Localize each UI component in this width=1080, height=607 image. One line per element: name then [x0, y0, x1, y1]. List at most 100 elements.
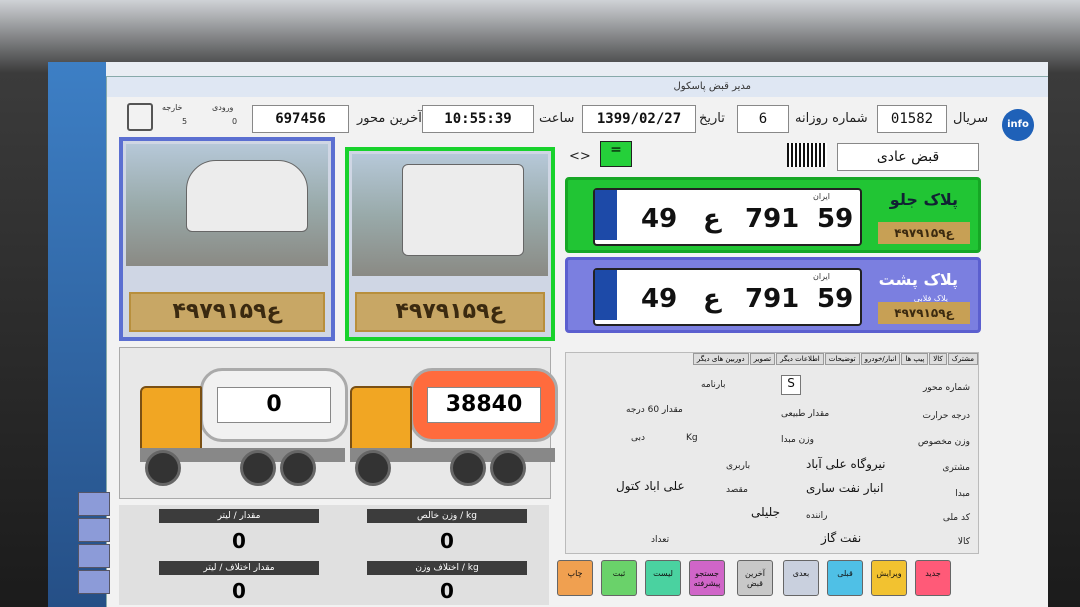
time-label: ساعت [539, 111, 575, 126]
net-weight-value: 0 [440, 529, 454, 553]
driver-label: راننده [806, 511, 828, 521]
diff-weight-label: اختلاف وزن / kg [367, 561, 527, 575]
camera-rear-plate-capture: ۴۹ع۷۹۱۵۹ [129, 292, 325, 332]
rear-plate-country: ایران [813, 272, 830, 281]
side-button[interactable] [78, 518, 110, 542]
front-plate-letter: ع [703, 204, 721, 234]
nav-arrows[interactable]: <> [569, 149, 591, 164]
edit-button[interactable]: ویرایش [871, 560, 907, 596]
tab-store[interactable]: انبار/خودرو [860, 353, 901, 365]
diff-amount-value: 0 [232, 579, 246, 603]
in-label: ورودی [212, 103, 234, 112]
wheel-icon [240, 450, 276, 486]
tab-other-cameras[interactable]: دوربین های دیگر [692, 353, 749, 365]
customer-select[interactable]: نیروگاه علی آباد [806, 457, 885, 471]
goods-select[interactable]: نفت گاز [821, 531, 861, 545]
cab-icon [140, 386, 202, 450]
wheel-icon [145, 450, 181, 486]
tab-notes[interactable]: توضیحات [824, 353, 860, 365]
camera-front-view[interactable]: ۴۹ع۷۹۱۵۹ [345, 147, 555, 341]
daily-label: شماره روزانه [795, 111, 868, 126]
serial-value: 01582 [877, 105, 947, 133]
front-plate-country: ایران [813, 192, 830, 201]
front-plate-left: 49 [641, 204, 678, 234]
app-window: مدیر قبض پاسکول خارجه 5 ورودی 0 697456 آ… [106, 76, 1048, 607]
tank-loaded-value: 38840 [427, 387, 541, 423]
form-tabs: دوربین های دیگر تصویر اطلاعات دیگر توضیحات ا… [692, 353, 978, 367]
rear-plate-letter: ع [703, 284, 721, 314]
rear-plate-capture: ۴۹ع۷۹۱۵۹ [878, 302, 970, 324]
last-receipt-button[interactable]: آخرین قبض [737, 560, 773, 596]
driver-input[interactable]: جلیلی [751, 505, 780, 519]
rear-plate-right: 59 [817, 284, 854, 314]
out-value: 5 [182, 117, 188, 126]
axle-no-input[interactable]: S [781, 375, 801, 395]
new-button[interactable]: جدید [915, 560, 951, 596]
temp-label: درجه حرارت [922, 411, 970, 421]
next-button[interactable]: بعدی [783, 560, 819, 596]
list-button[interactable]: لیست [645, 560, 681, 596]
advanced-search-button[interactable]: جستجو پیشرفته [689, 560, 725, 596]
iran-flag-icon [595, 270, 617, 320]
amount60-label: مقدار 60 درجه [626, 405, 683, 415]
amount-value: 0 [232, 529, 246, 553]
prev-button[interactable]: قبلی [827, 560, 863, 596]
time-value: 10:55:39 [422, 105, 534, 133]
front-plate: 49 ع 791 ایران 59 [593, 188, 862, 246]
receipt-type-select[interactable]: قبض عادی [837, 143, 979, 171]
wheel-icon [490, 450, 526, 486]
wheel-icon [280, 450, 316, 486]
window-title: مدیر قبض پاسکول [673, 81, 751, 92]
save-button[interactable]: ثبت [601, 560, 637, 596]
natural-label: مقدار طبیعی [781, 409, 830, 419]
serial-label: سریال [953, 111, 989, 126]
dest-select[interactable]: علی اباد کتول [616, 479, 685, 493]
action-buttons: چاپ ثبت لیست جستجو پیشرفته آخرین قبض بعد… [557, 560, 957, 604]
carrier-label: باربری [726, 461, 751, 471]
tank-empty: 0 [200, 368, 348, 442]
front-plate-mid: 791 [745, 204, 800, 234]
side-button[interactable] [78, 544, 110, 568]
tanker-panel: 0 38840 [119, 347, 558, 499]
dest-label: مقصد [726, 485, 748, 495]
origin-label: مبدا [955, 489, 970, 499]
diff-amount-label: مقدار اختلاف / لیتر [159, 561, 319, 575]
date-value: 1399/02/27 [582, 105, 696, 133]
info-icon[interactable]: info [1002, 109, 1034, 141]
cab-icon [350, 386, 412, 450]
camera-rear-photo [126, 144, 328, 266]
in-value: 0 [232, 117, 238, 126]
front-plate-right: 59 [817, 204, 854, 234]
amount-label: مقدار / لیتر [159, 509, 319, 523]
tanker-rear-image [186, 160, 308, 232]
wheel-icon [450, 450, 486, 486]
flow-label: دبی [631, 433, 646, 443]
side-button[interactable] [78, 492, 110, 516]
tab-pipes[interactable]: پیپ ها [901, 353, 929, 365]
origin-select[interactable]: انبار نفت ساری [806, 481, 883, 495]
out-label: خارجه [162, 103, 183, 112]
last-axle-value: 697456 [252, 105, 349, 133]
header-bar: خارجه 5 ورودی 0 697456 آخرین محور 10:55:… [107, 99, 1048, 141]
tab-other-info[interactable]: اطلاعات دیگر [776, 353, 824, 365]
lock-icon[interactable] [127, 103, 153, 131]
tab-image[interactable]: تصویر [749, 353, 776, 365]
print-button[interactable]: چاپ [557, 560, 593, 596]
axle-no-label: شماره محور [922, 383, 970, 393]
last-axle-label: آخرین محور [357, 111, 422, 126]
daily-value: 6 [737, 105, 789, 133]
rear-plate-left: 49 [641, 284, 678, 314]
match-toggle-button[interactable]: = [600, 141, 632, 167]
code-label: کد ملی [942, 513, 970, 523]
barcode-icon [787, 143, 827, 167]
side-button[interactable] [78, 570, 110, 594]
camera-rear-view[interactable]: ۴۹ع۷۹۱۵۹ [119, 137, 335, 341]
date-label: تاریخ [699, 111, 725, 126]
tank-empty-value: 0 [217, 387, 331, 423]
details-form: دوربین های دیگر تصویر اطلاعات دیگر توضیحات ا… [565, 352, 979, 554]
tab-goods[interactable]: کالا [929, 353, 947, 365]
tab-customer[interactable]: مشترک [947, 353, 978, 365]
rear-plate-mid: 791 [745, 284, 800, 314]
front-plate-capture: ۴۹ع۷۹۱۵۹ [878, 222, 970, 244]
rear-plate-title: پلاک پشت [878, 270, 958, 289]
